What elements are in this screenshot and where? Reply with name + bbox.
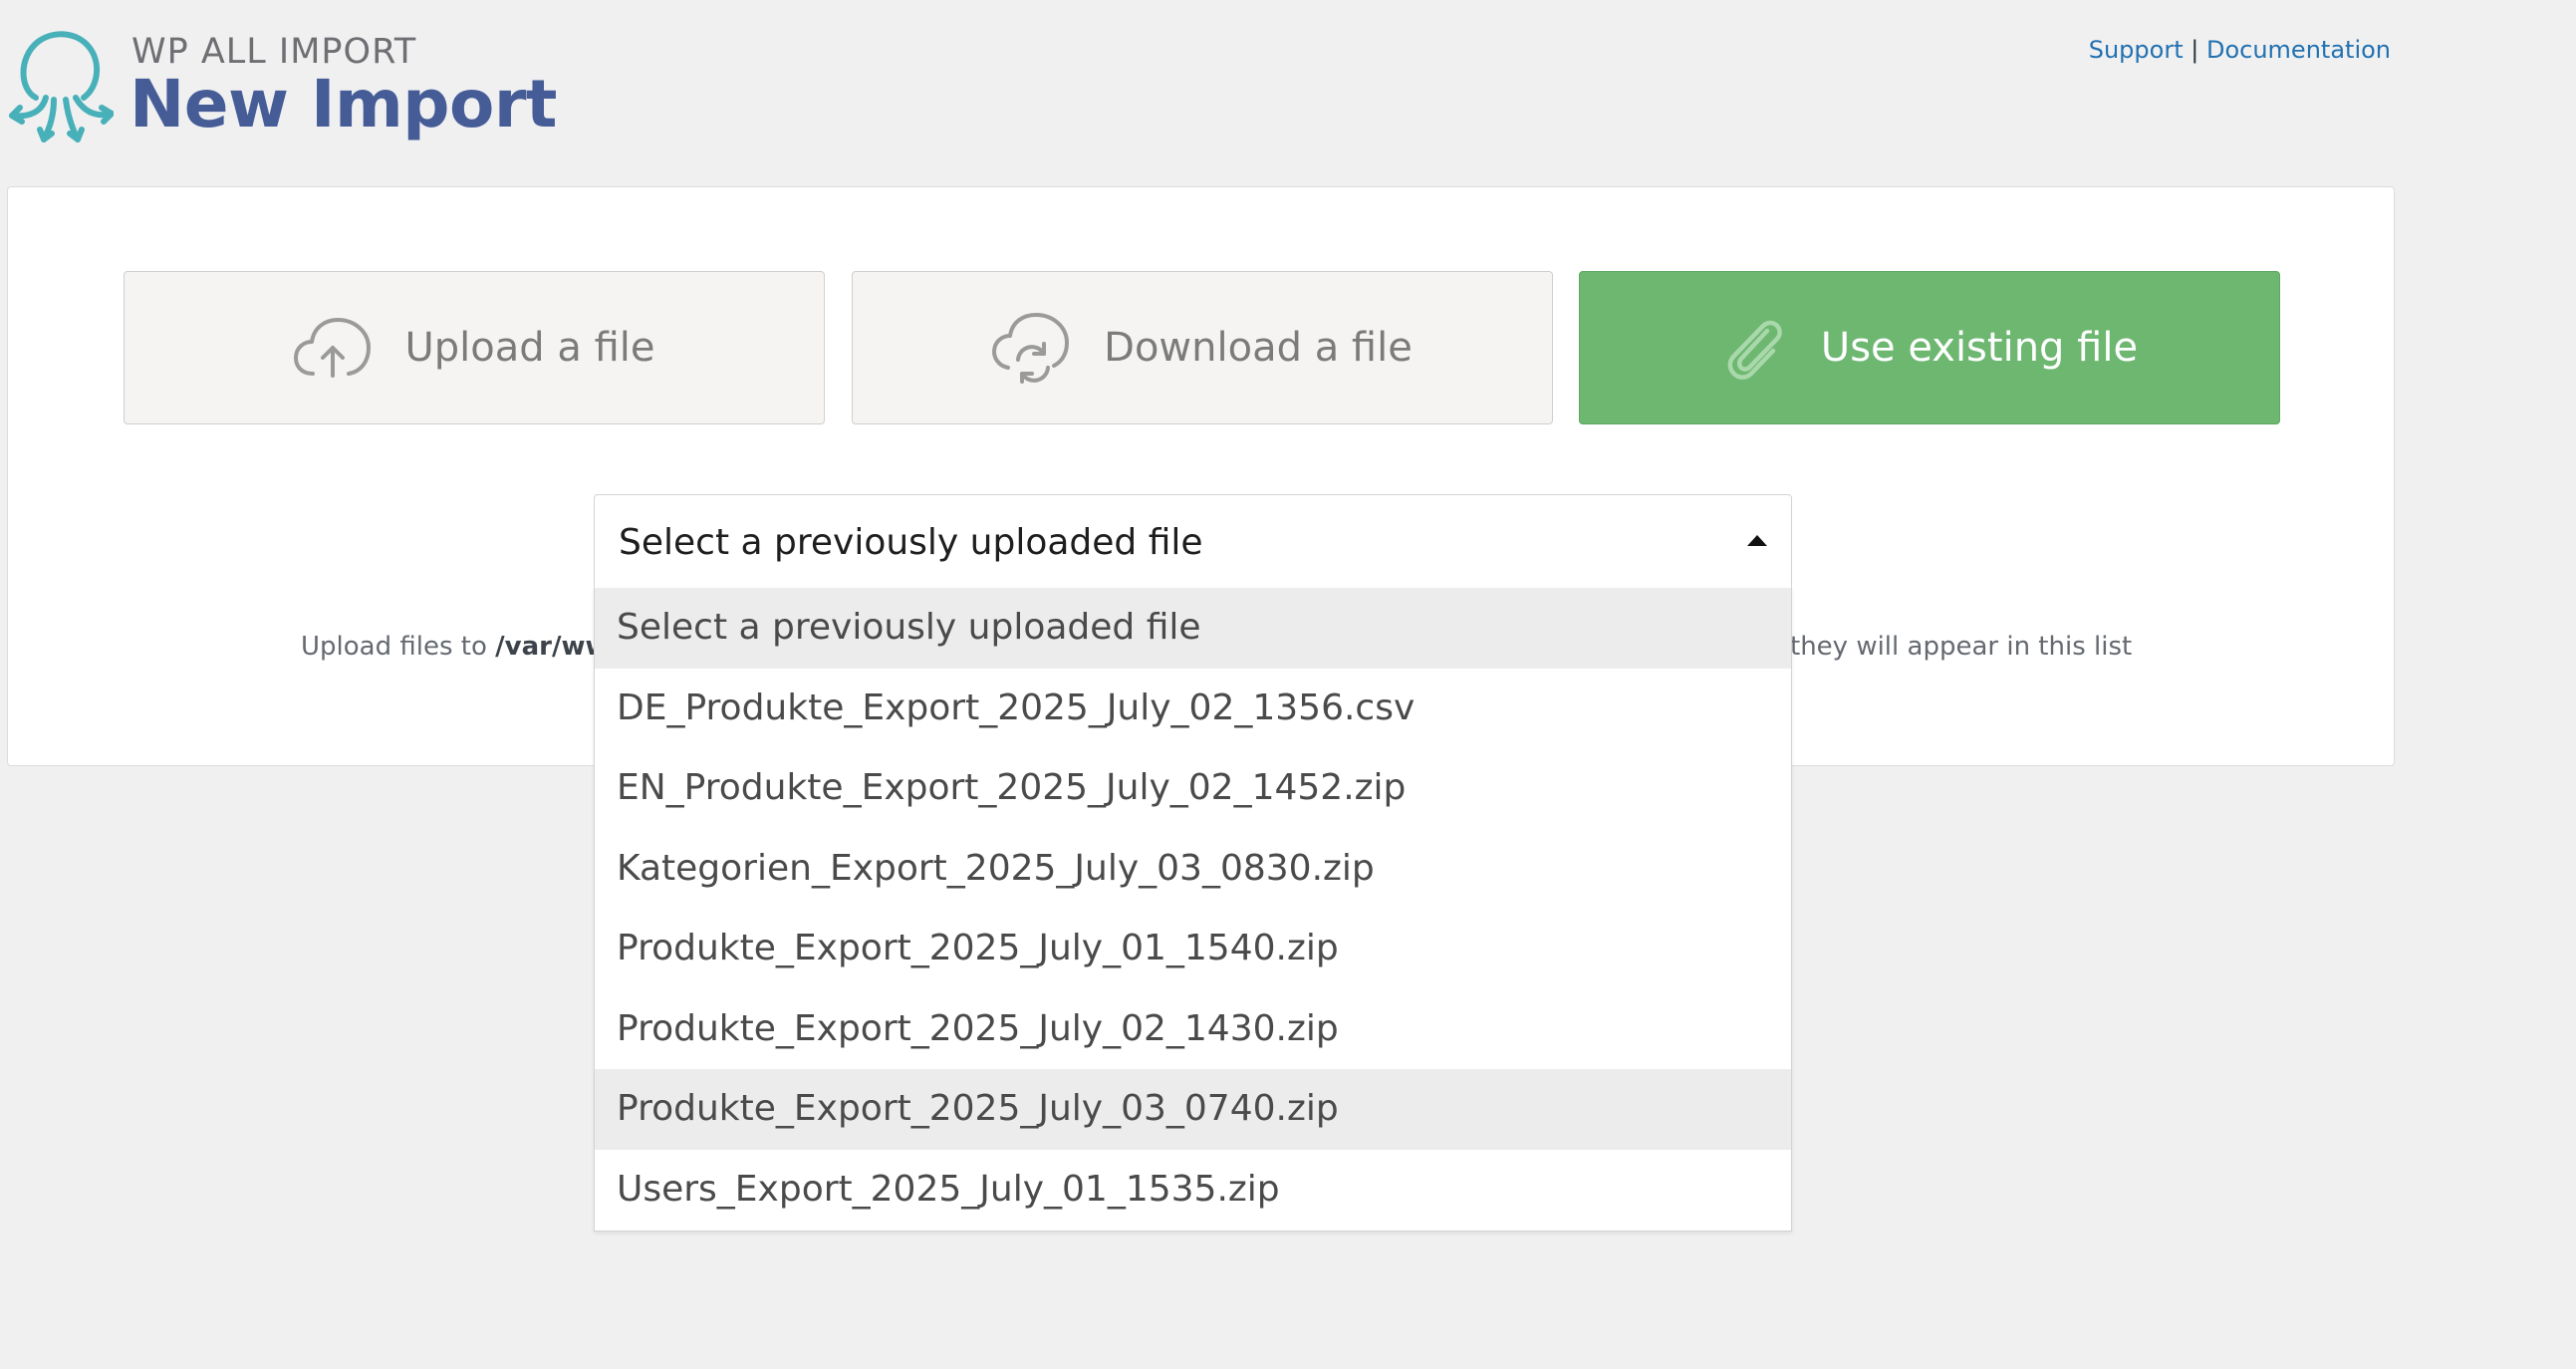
hint-suffix: they will appear in this list [1790, 632, 2133, 662]
cloud-sync-icon [992, 313, 1070, 384]
documentation-link[interactable]: Documentation [2206, 36, 2391, 64]
upload-hint-left: Upload files to /var/www [301, 632, 634, 662]
dropdown-option[interactable]: Produkte_Export_2025_July_03_0740.zip [595, 1069, 1791, 1150]
caret-up-icon [1747, 535, 1767, 546]
dropdown-option[interactable]: Kategorien_Export_2025_July_03_0830.zip [595, 829, 1791, 910]
download-file-label: Download a file [1104, 325, 1413, 371]
upload-hint-right: they will appear in this list [1790, 632, 2132, 662]
cloud-upload-icon [294, 318, 372, 378]
link-separator: | [2190, 36, 2199, 64]
dropdown-option[interactable]: Produkte_Export_2025_July_01_1540.zip [595, 909, 1791, 989]
dropdown-option[interactable]: Users_Export_2025_July_01_1535.zip [595, 1150, 1791, 1231]
header-links: Support | Documentation [2089, 36, 2391, 64]
dropdown-option[interactable]: EN_Produkte_Export_2025_July_02_1452.zip [595, 748, 1791, 829]
dropdown-option[interactable]: Select a previously uploaded file [595, 588, 1791, 669]
page-title: New Import [129, 66, 557, 142]
upload-file-label: Upload a file [404, 325, 655, 371]
hint-prefix: Upload files to [301, 632, 487, 662]
use-existing-file-button[interactable]: Use existing file [1579, 271, 2280, 424]
download-file-button[interactable]: Download a file [852, 271, 1553, 424]
upload-file-button[interactable]: Upload a file [124, 271, 825, 424]
uploaded-file-select[interactable]: Select a previously uploaded file [594, 494, 1792, 590]
file-dropdown-list: Select a previously uploaded file DE_Pro… [594, 588, 1792, 1232]
use-existing-file-label: Use existing file [1820, 325, 2139, 371]
wp-all-import-logo-icon [6, 28, 115, 143]
dropdown-option[interactable]: DE_Produkte_Export_2025_July_02_1356.csv [595, 669, 1791, 749]
support-link[interactable]: Support [2089, 36, 2184, 64]
select-value: Select a previously uploaded file [619, 521, 1203, 563]
paperclip-icon [1727, 320, 1782, 380]
dropdown-option[interactable]: Produkte_Export_2025_July_02_1430.zip [595, 989, 1791, 1070]
